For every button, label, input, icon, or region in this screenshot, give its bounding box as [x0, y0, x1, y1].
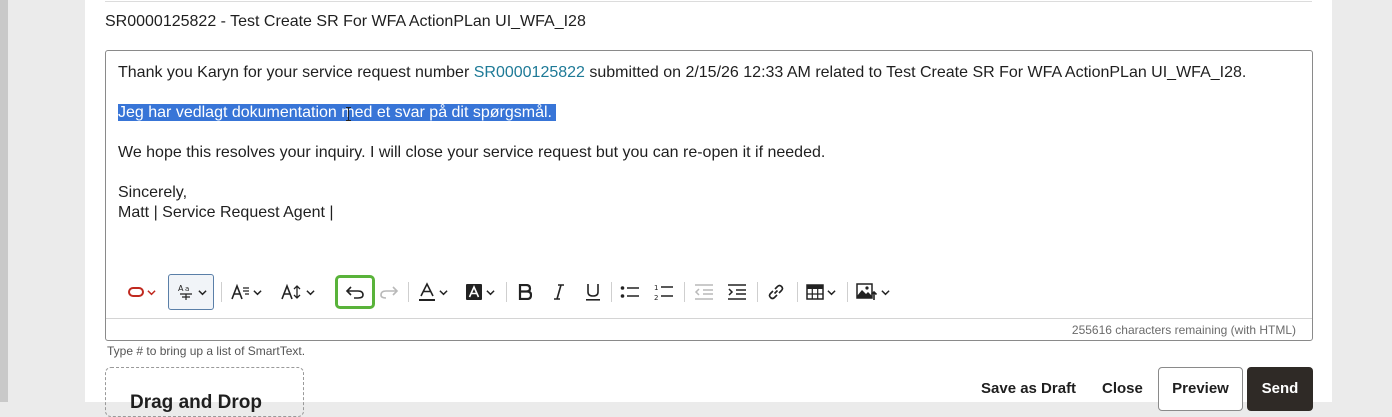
font-size-button[interactable]: [278, 272, 318, 312]
decrease-indent-button[interactable]: [688, 272, 720, 312]
underline-icon: [586, 284, 600, 301]
character-count: 255616 characters remaining (with HTML): [106, 318, 1312, 340]
toolbar-separator: [847, 282, 848, 302]
insert-image-icon: [856, 283, 878, 300]
font-color-icon: [419, 282, 435, 301]
line1-prefix: Thank you Karyn for your service request…: [118, 64, 474, 81]
message-line-3: We hope this resolves your inquiry. I wi…: [118, 144, 826, 161]
message-closing: Sincerely,: [118, 184, 188, 201]
toolbar-separator: [797, 282, 798, 302]
insert-image-button[interactable]: [850, 272, 896, 312]
numbered-list-button[interactable]: 1 2: [648, 272, 680, 312]
undo-button[interactable]: [335, 272, 375, 312]
chevron-down-icon: [253, 289, 262, 295]
increase-indent-button[interactable]: [721, 272, 753, 312]
bold-icon: [518, 284, 532, 300]
italic-button[interactable]: [544, 272, 574, 312]
window-edge: [0, 0, 8, 402]
smarttext-hint: Type # to bring up a list of SmartText.: [107, 344, 306, 358]
text-style-icon: [128, 287, 144, 297]
redo-icon: [380, 286, 399, 299]
save-draft-button[interactable]: Save as Draft: [981, 380, 1076, 397]
chevron-down-icon: [147, 289, 156, 295]
paragraph-format-button[interactable]: [226, 272, 266, 312]
toolbar-separator: [684, 282, 685, 302]
chevron-down-icon: [439, 289, 448, 295]
svg-text:2: 2: [654, 294, 658, 301]
chevron-down-icon: [198, 289, 207, 295]
chevron-down-icon: [486, 289, 495, 295]
redo-button[interactable]: [374, 272, 404, 312]
table-icon: [806, 284, 824, 300]
underline-button[interactable]: [578, 272, 608, 312]
message-signature: Matt | Service Request Agent |: [118, 204, 334, 221]
undo-icon: [345, 286, 364, 299]
table-button[interactable]: [800, 272, 842, 312]
bold-button[interactable]: [510, 272, 540, 312]
toolbar-separator: [408, 282, 409, 302]
link-icon: [768, 284, 784, 300]
italic-icon: [554, 284, 564, 300]
toolbar-separator: [221, 282, 222, 302]
rich-text-editor[interactable]: Thank you Karyn for your service request…: [105, 50, 1313, 341]
paragraph-format-icon: [231, 283, 249, 300]
svg-text:a: a: [185, 285, 189, 293]
svg-text:1: 1: [654, 284, 658, 292]
toolbar-separator: [506, 282, 507, 302]
selected-text[interactable]: Jeg har vedlagt dokumentation med et sva…: [118, 104, 556, 121]
background-color-button[interactable]: [460, 272, 500, 312]
bulleted-list-button[interactable]: [614, 272, 646, 312]
preview-button[interactable]: Preview: [1158, 367, 1243, 411]
text-style-button[interactable]: [120, 272, 164, 312]
translate-button[interactable]: A a: [170, 272, 214, 312]
chevron-down-icon: [881, 289, 890, 295]
font-color-button[interactable]: [413, 272, 453, 312]
attachment-dropzone[interactable]: Drag and Drop: [105, 367, 304, 417]
decrease-indent-icon: [694, 284, 713, 300]
dropzone-label: Drag and Drop: [130, 392, 262, 413]
line1-suffix: submitted on 2/15/26 12:33 AM related to…: [584, 64, 1247, 81]
background-color-icon: [466, 284, 482, 300]
text-cursor-icon: [346, 107, 352, 121]
toolbar-separator: [611, 282, 612, 302]
divider: [105, 1, 1312, 2]
font-size-icon: [281, 283, 301, 300]
chevron-down-icon: [306, 289, 315, 295]
toolbar-separator: [757, 282, 758, 302]
editor-toolbar: A a 1 2: [116, 272, 1306, 312]
message-line-1: Thank you Karyn for your service request…: [118, 63, 1246, 83]
reply-panel: SR0000125822 - Test Create SR For WFA Ac…: [85, 0, 1332, 417]
chevron-down-icon: [827, 289, 836, 295]
translate-icon: A a: [178, 284, 192, 300]
insert-link-button[interactable]: [760, 272, 792, 312]
subject-title: SR0000125822 - Test Create SR For WFA Ac…: [105, 13, 586, 30]
numbered-list-icon: 1 2: [654, 284, 673, 301]
send-button[interactable]: Send: [1247, 367, 1313, 411]
message-line-2: Jeg har vedlagt dokumentation med et sva…: [118, 103, 556, 123]
close-button[interactable]: Close: [1102, 380, 1143, 397]
svg-text:A: A: [178, 284, 184, 293]
bulleted-list-icon: [620, 286, 639, 298]
increase-indent-icon: [728, 284, 746, 300]
sr-number-link[interactable]: SR0000125822: [474, 64, 585, 81]
